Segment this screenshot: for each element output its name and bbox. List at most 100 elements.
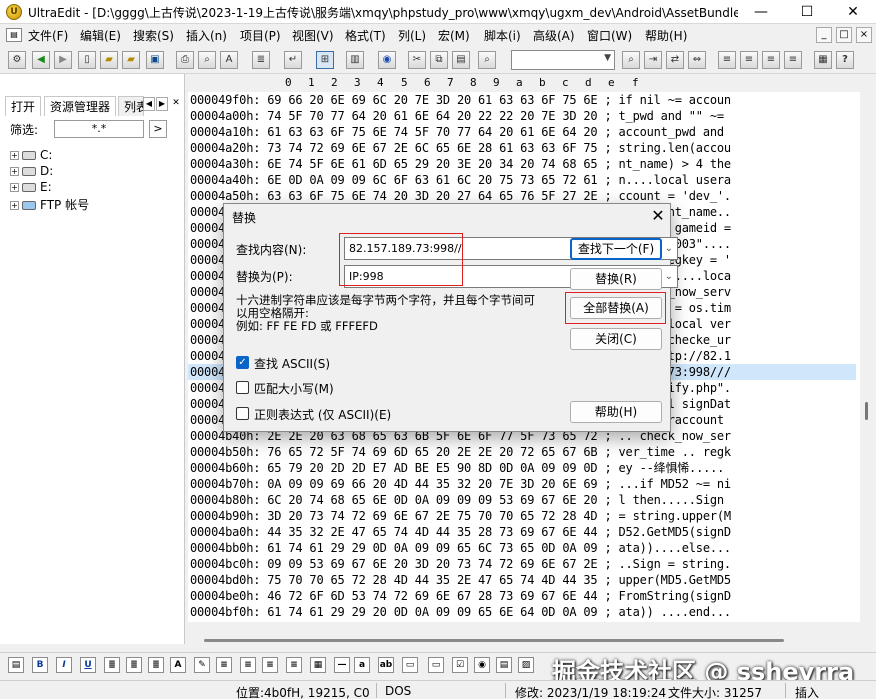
save-icon[interactable]: ▣ [146, 51, 164, 69]
menu-format[interactable]: 格式(T) [345, 27, 386, 44]
hex-row[interactable]: 000049f0h: 69 66 20 6E 69 6C 20 7E 3D 20… [190, 92, 731, 108]
chevron-down-icon[interactable]: ▼ [604, 53, 611, 63]
select-icon[interactable]: ▤ [496, 657, 512, 673]
ascii-checkbox[interactable]: ✓ [236, 356, 249, 369]
menu-insert[interactable]: 插入(n) [186, 27, 227, 44]
cut-icon[interactable]: ✂ [408, 51, 426, 69]
find-icon[interactable]: ⌕ [478, 51, 496, 69]
hex-ascii[interactable]: string.len(accou [619, 141, 732, 155]
vertical-scrollbar[interactable] [860, 74, 876, 644]
hex-bytes[interactable]: 61 63 63 6F 75 6E 74 5F 70 77 64 20 61 6… [267, 125, 597, 139]
document-icon[interactable]: ▤ [6, 28, 22, 42]
print-preview-icon[interactable]: ⌕ [198, 51, 216, 69]
chevron-down-icon[interactable]: ⌄ [665, 266, 673, 287]
hex-ascii[interactable]: ...if MD52 ~= ni [619, 477, 732, 491]
mdi-minimize-button[interactable]: _ [816, 27, 832, 43]
help-button[interactable]: 帮助(H) [570, 401, 662, 423]
mdi-close-button[interactable]: × [856, 27, 872, 43]
italic-icon[interactable]: I [56, 657, 72, 673]
tab-open[interactable]: 打开 [5, 96, 42, 116]
justify-bottom-icon[interactable]: ≡ [286, 657, 302, 673]
numbered-list-icon[interactable]: ≣ [126, 657, 142, 673]
hex-ascii[interactable]: t_pwd and "" ~= [619, 109, 731, 123]
hex-bytes[interactable]: 6E 74 5F 6E 61 6D 65 29 20 3E 20 34 20 7… [267, 157, 597, 171]
hex-row[interactable]: 00004a40h: 6E 0D 0A 09 09 6C 6F 63 61 6C… [190, 172, 731, 188]
hex-row[interactable]: 00004ba0h: 44 35 32 2E 47 65 74 4D 44 35… [190, 524, 731, 540]
mdi-restore-button[interactable]: □ [836, 27, 852, 43]
hex-row[interactable]: 00004a50h: 63 63 6F 75 6E 74 20 3D 20 27… [190, 188, 731, 204]
radio-icon[interactable]: ◉ [474, 657, 490, 673]
hex-bytes[interactable]: 44 35 32 2E 47 65 74 4D 44 35 28 73 69 6… [267, 525, 597, 539]
hex-bytes[interactable]: 69 66 20 6E 69 6C 20 7E 3D 20 61 63 63 6… [267, 93, 597, 107]
expand-icon[interactable]: + [10, 167, 19, 176]
menu-advanced[interactable]: 高级(A) [533, 27, 575, 44]
hex-bytes[interactable]: 63 63 6F 75 6E 74 20 3D 20 27 64 65 76 5… [267, 189, 597, 203]
hex-bytes[interactable]: 46 72 6F 6D 53 74 72 69 6E 67 28 73 69 6… [267, 589, 597, 603]
hex-bytes[interactable]: 61 74 61 29 29 20 0D 0A 09 09 65 6E 64 0… [267, 605, 597, 619]
filter-apply-button[interactable]: > [149, 120, 167, 138]
regex-label[interactable]: 正则表达式 (仅 ASCII)(E) [254, 406, 391, 423]
menu-project[interactable]: 项目(P) [240, 27, 281, 44]
forward-icon[interactable]: ▶ [54, 51, 72, 69]
hex-row[interactable]: 00004bd0h: 75 70 70 65 72 28 4D 44 35 2E… [190, 572, 731, 588]
hex-row[interactable]: 00004bf0h: 61 74 61 29 29 20 0D 0A 09 09… [190, 604, 731, 620]
hex-ascii[interactable]: upper(MD5.GetMD5 [619, 573, 732, 587]
bold-icon[interactable]: B [32, 657, 48, 673]
tab-list[interactable]: 列表 [118, 96, 144, 116]
print-icon[interactable]: ⎙ [176, 51, 194, 69]
hex-row[interactable]: 00004b60h: 65 79 20 2D 2D E7 AD BE E5 90… [190, 460, 724, 476]
hex-bytes[interactable]: 6E 0D 0A 09 09 6C 6F 63 61 6C 20 75 73 6… [267, 173, 597, 187]
tree-drive-e[interactable]: + E: [10, 180, 52, 196]
expand-icon[interactable]: + [10, 151, 19, 160]
hex-row[interactable]: 00004bb0h: 61 74 61 29 29 0D 0A 09 09 65… [190, 540, 731, 556]
menu-file[interactable]: 文件(F) [28, 27, 68, 44]
font-icon[interactable]: A [170, 657, 186, 673]
column-mode-icon[interactable]: ▥ [346, 51, 364, 69]
panel-close-icon[interactable]: ✕ [170, 97, 182, 111]
center-icon[interactable]: ≡ [240, 657, 256, 673]
open-folder-icon[interactable]: ▰ [100, 51, 118, 69]
align-left-icon[interactable]: ≡ [718, 51, 736, 69]
hex-row[interactable]: 00004be0h: 46 72 6F 6D 53 74 72 69 6E 67… [190, 588, 731, 604]
menu-script[interactable]: 脚本(i) [484, 27, 521, 44]
align-center-icon[interactable]: ≡ [740, 51, 758, 69]
hex-bytes[interactable]: 3D 20 73 74 72 69 6E 67 2E 75 70 70 65 7… [267, 509, 597, 523]
hex-row[interactable]: 00004b90h: 3D 20 73 74 72 69 6E 67 2E 75… [190, 508, 731, 524]
properties-icon[interactable]: ≣ [252, 51, 270, 69]
new-file-icon[interactable]: ▯ [78, 51, 96, 69]
hex-ascii[interactable]: l then.....Sign [619, 493, 731, 507]
table-icon[interactable]: ▦ [310, 657, 326, 673]
hex-row[interactable]: 00004bc0h: 09 09 53 69 67 6E 20 3D 20 73… [190, 556, 731, 572]
menu-view[interactable]: 视图(V) [292, 27, 334, 44]
chevron-down-icon[interactable]: ⌄ [665, 238, 673, 259]
find-combo[interactable]: ▼ [511, 50, 615, 70]
hex-bytes[interactable]: 0A 09 09 69 66 20 4D 44 35 32 20 7E 3D 2… [267, 477, 597, 491]
hex-ascii[interactable]: ccount = 'dev_'. [619, 189, 732, 203]
hex-row[interactable]: 00004a00h: 74 5F 70 77 64 20 61 6E 64 20… [190, 108, 731, 124]
match-case-checkbox[interactable] [236, 381, 249, 394]
hex-row[interactable]: 00004a20h: 73 74 72 69 6E 67 2E 6C 65 6E… [190, 140, 731, 156]
hex-ascii[interactable]: ..Sign = string. [619, 557, 732, 571]
hex-row[interactable]: 00004b50h: 76 65 72 5F 74 69 6D 65 20 2E… [190, 444, 731, 460]
help-icon[interactable]: ? [836, 51, 854, 69]
minimize-button[interactable]: — [738, 0, 784, 24]
layout-icon[interactable]: ▦ [814, 51, 832, 69]
left-align-icon[interactable]: ≡ [216, 657, 232, 673]
right-icon[interactable]: ≡ [262, 657, 278, 673]
dialog-close-button[interactable]: ✕ [648, 206, 668, 226]
open-recent-icon[interactable]: ▰ [122, 51, 140, 69]
line-icon[interactable]: — [334, 657, 350, 673]
back-icon[interactable]: ◀ [32, 51, 50, 69]
tree-ftp-accounts[interactable]: + FTP 帐号 [10, 196, 89, 212]
color-icon[interactable]: ✎ [194, 657, 210, 673]
scroll-thumb[interactable] [865, 402, 868, 420]
goto-icon[interactable]: ⇥ [644, 51, 662, 69]
hex-ascii[interactable]: = string.upper(M [619, 509, 732, 523]
hex-bytes[interactable]: 61 74 61 29 29 0D 0A 09 09 65 6C 73 65 0… [267, 541, 597, 555]
hex-row[interactable]: 00004a30h: 6E 74 5F 6E 61 6D 65 29 20 3E… [190, 156, 731, 172]
hex-ascii[interactable]: ata))....else... [619, 541, 732, 555]
menu-edit[interactable]: 编辑(E) [80, 27, 121, 44]
hex-ascii[interactable]: if nil ~= accoun [619, 93, 732, 107]
copy-icon[interactable]: ⧉ [430, 51, 448, 69]
hex-bytes[interactable]: 6C 20 74 68 65 6E 0D 0A 09 09 09 53 69 6… [267, 493, 597, 507]
